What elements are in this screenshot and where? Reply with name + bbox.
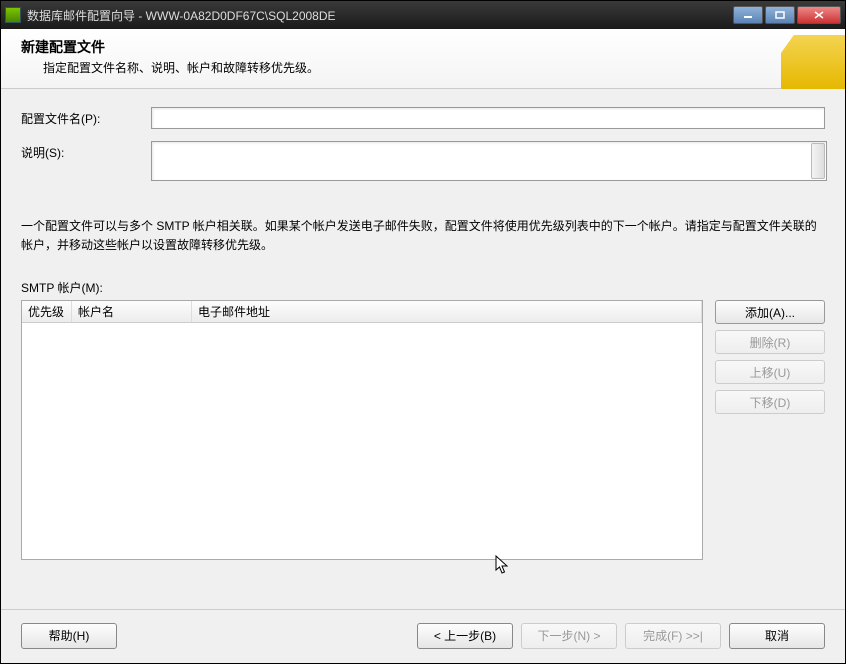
profile-hint-text: 一个配置文件可以与多个 SMTP 帐户相关联。如果某个帐户发送电子邮件失败，配置… bbox=[21, 217, 825, 255]
wizard-footer: 帮助(H) < 上一步(B) 下一步(N) > 完成(F) >>| 取消 bbox=[1, 609, 845, 661]
app-icon bbox=[5, 7, 21, 23]
move-down-button: 下移(D) bbox=[715, 390, 825, 414]
remove-account-button: 删除(R) bbox=[715, 330, 825, 354]
column-account[interactable]: 帐户名 bbox=[72, 301, 192, 322]
window-title: 数据库邮件配置向导 - WWW-0A82D0DF67C\SQL2008DE bbox=[27, 7, 733, 24]
page-title: 新建配置文件 bbox=[21, 37, 829, 57]
minimize-button[interactable] bbox=[733, 6, 763, 24]
add-account-button[interactable]: 添加(A)... bbox=[715, 300, 825, 324]
profile-name-input[interactable] bbox=[151, 107, 825, 129]
smtp-accounts-label: SMTP 帐户(M): bbox=[21, 279, 825, 296]
next-button: 下一步(N) > bbox=[521, 623, 617, 649]
column-email[interactable]: 电子邮件地址 bbox=[192, 301, 702, 322]
move-up-button: 上移(U) bbox=[715, 360, 825, 384]
finish-button: 完成(F) >>| bbox=[625, 623, 721, 649]
description-input[interactable] bbox=[151, 141, 827, 181]
wizard-header: 新建配置文件 指定配置文件名称、说明、帐户和故障转移优先级。 bbox=[1, 29, 845, 89]
window-titlebar: 数据库邮件配置向导 - WWW-0A82D0DF67C\SQL2008DE bbox=[1, 1, 845, 29]
smtp-accounts-grid[interactable]: 优先级 帐户名 电子邮件地址 bbox=[21, 300, 703, 560]
back-button[interactable]: < 上一步(B) bbox=[417, 623, 513, 649]
page-subtitle: 指定配置文件名称、说明、帐户和故障转移优先级。 bbox=[43, 59, 829, 76]
description-label: 说明(S): bbox=[21, 141, 151, 161]
help-button[interactable]: 帮助(H) bbox=[21, 623, 117, 649]
maximize-button[interactable] bbox=[765, 6, 795, 24]
description-scrollbar[interactable] bbox=[811, 143, 825, 179]
cancel-button[interactable]: 取消 bbox=[729, 623, 825, 649]
column-priority[interactable]: 优先级 bbox=[22, 301, 72, 322]
close-button[interactable] bbox=[797, 6, 841, 24]
grid-header: 优先级 帐户名 电子邮件地址 bbox=[22, 301, 702, 323]
profile-name-label: 配置文件名(P): bbox=[21, 107, 151, 127]
